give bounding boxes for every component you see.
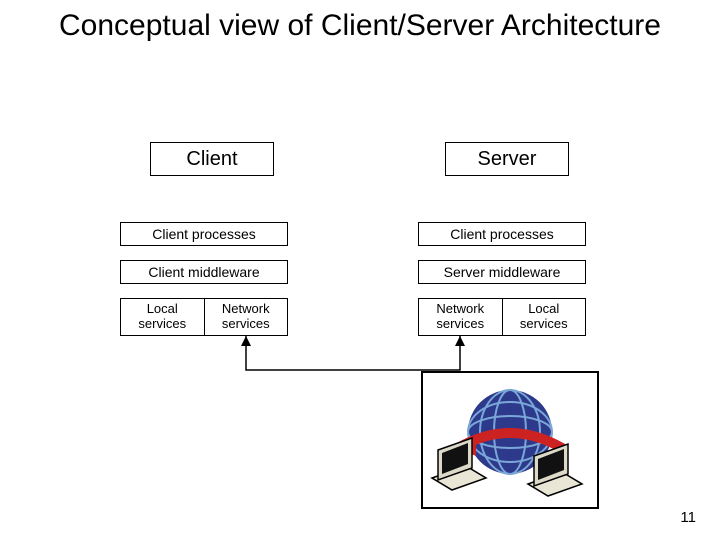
server-middleware-label: Server middleware [444,264,561,280]
client-network-services: Network services [205,299,288,335]
server-middleware-box: Server middleware [418,260,586,284]
client-processes-label: Client processes [152,226,256,242]
slide: Conceptual view of Client/Server Archite… [0,0,720,540]
client-header-box: Client [150,142,274,176]
server-network-services: Network services [419,299,503,335]
client-middleware-box: Client middleware [120,260,288,284]
client-processes-box: Client processes [120,222,288,246]
slide-title: Conceptual view of Client/Server Archite… [30,8,690,44]
server-processes-box: Client processes [418,222,586,246]
client-header-label: Client [186,148,237,171]
page-number: 11 [680,509,696,526]
server-local-services: Local services [503,299,586,335]
server-processes-label: Client processes [450,226,554,242]
server-services-box: Network services Local services [418,298,586,336]
network-clipart-icon [420,370,600,510]
client-local-services: Local services [121,299,205,335]
server-header-label: Server [478,148,537,171]
client-services-box: Local services Network services [120,298,288,336]
client-middleware-label: Client middleware [148,264,259,280]
server-header-box: Server [445,142,569,176]
network-connector [0,0,720,540]
